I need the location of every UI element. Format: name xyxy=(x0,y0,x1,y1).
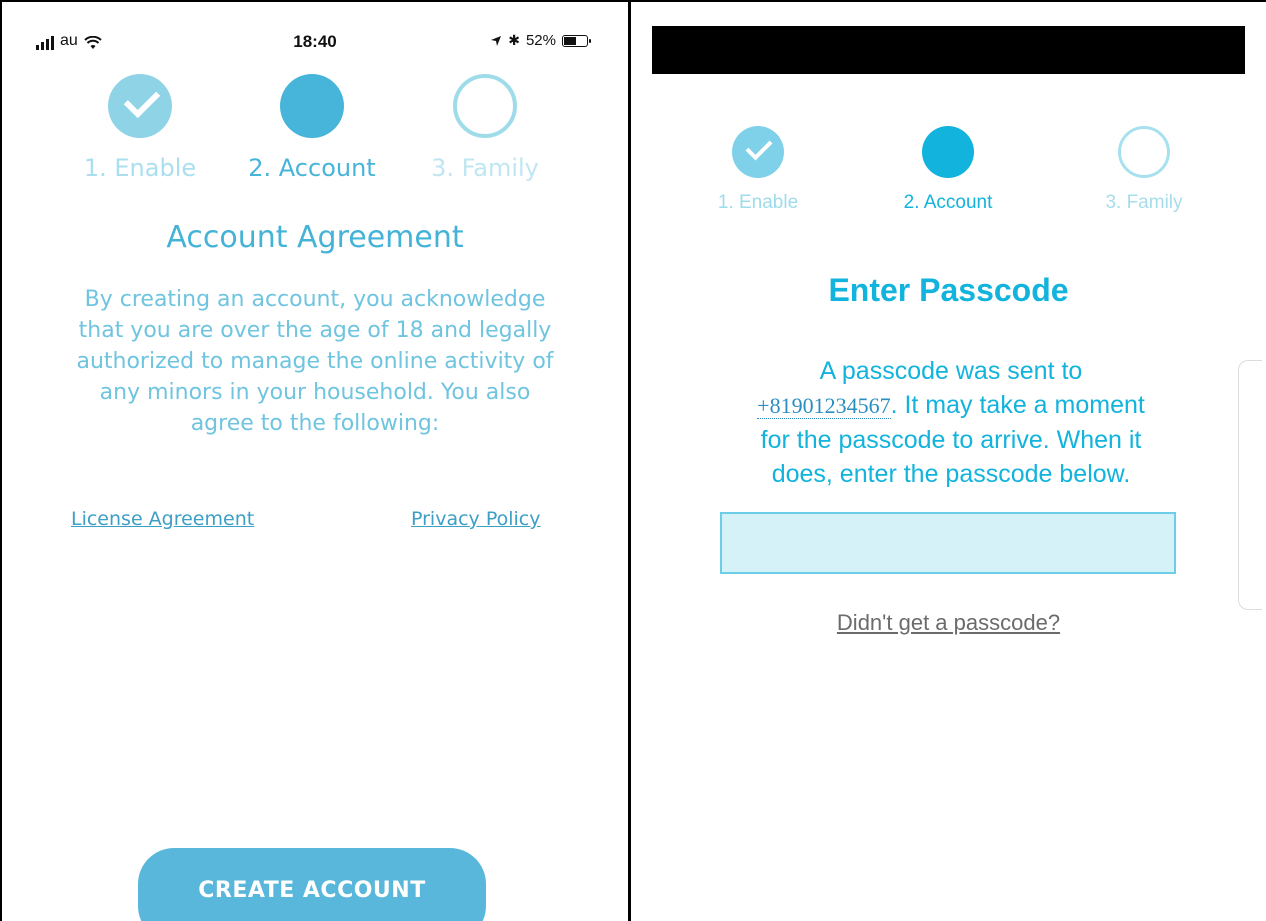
step-label: 3. Family xyxy=(1105,192,1183,213)
battery-percent: 52% xyxy=(525,32,556,49)
agreement-text: By creating an account, you acknowledge … xyxy=(76,287,554,436)
step-label: 3. Family xyxy=(431,154,539,182)
battery-icon xyxy=(562,34,591,47)
page-title: Account Agreement xyxy=(166,220,464,255)
instructions-line: does, enter the passcode below. xyxy=(771,460,1131,488)
side-panel-edge xyxy=(1238,360,1262,610)
step-label: 2. Account xyxy=(903,192,993,213)
step-label: 1. Enable xyxy=(717,192,799,213)
license-agreement-link[interactable]: License Agreement xyxy=(71,508,254,530)
instructions-line: for the passcode to arrive. When it xyxy=(760,426,1142,454)
ios-account-agreement-screen: au 18:40 ✱ 52% 1. Enable 2. Account 3. F… xyxy=(2,2,628,921)
android-enter-passcode-screen: 1. Enable 2. Account 3. Family Enter Pas… xyxy=(631,2,1266,921)
step-enable: 1. Enable xyxy=(60,74,220,182)
location-arrow-icon xyxy=(491,35,502,46)
step-done-check-icon xyxy=(108,74,172,138)
step-label: 2. Account xyxy=(248,154,376,182)
step-current-circle-icon xyxy=(280,74,344,138)
step-current-circle-icon xyxy=(922,126,974,178)
step-todo-circle-icon xyxy=(453,74,517,138)
status-bar: au 18:40 ✱ 52% xyxy=(2,26,628,56)
passcode-input[interactable] xyxy=(720,512,1176,574)
step-todo-circle-icon xyxy=(1118,126,1170,178)
instructions-line: A passcode was sent to xyxy=(819,357,1083,385)
resend-passcode-link[interactable]: Didn't get a passcode? xyxy=(631,610,1266,636)
redacted-status-bar xyxy=(652,26,1245,74)
passcode-instructions: A passcode was sent to +81901234567. It … xyxy=(721,354,1181,491)
step-enable: 1. Enable xyxy=(678,126,838,214)
step-account: 2. Account xyxy=(868,126,1028,214)
step-label: 1. Enable xyxy=(83,154,197,182)
create-account-button[interactable]: CREATE ACCOUNT xyxy=(138,848,486,921)
phone-number: +81901234567 xyxy=(757,393,891,419)
step-family: 3. Family xyxy=(1064,126,1224,214)
step-family: 3. Family xyxy=(405,74,565,182)
instructions-line: +81901234567. It may take a moment xyxy=(721,388,1181,423)
privacy-policy-link[interactable]: Privacy Policy xyxy=(411,508,540,530)
step-done-check-icon xyxy=(732,126,784,178)
step-account: 2. Account xyxy=(232,74,392,182)
instructions-text: . It may take a moment xyxy=(890,391,1145,419)
page-title: Enter Passcode xyxy=(828,272,1069,308)
bluetooth-icon: ✱ xyxy=(508,32,520,48)
status-right: ✱ 52% xyxy=(490,32,591,49)
